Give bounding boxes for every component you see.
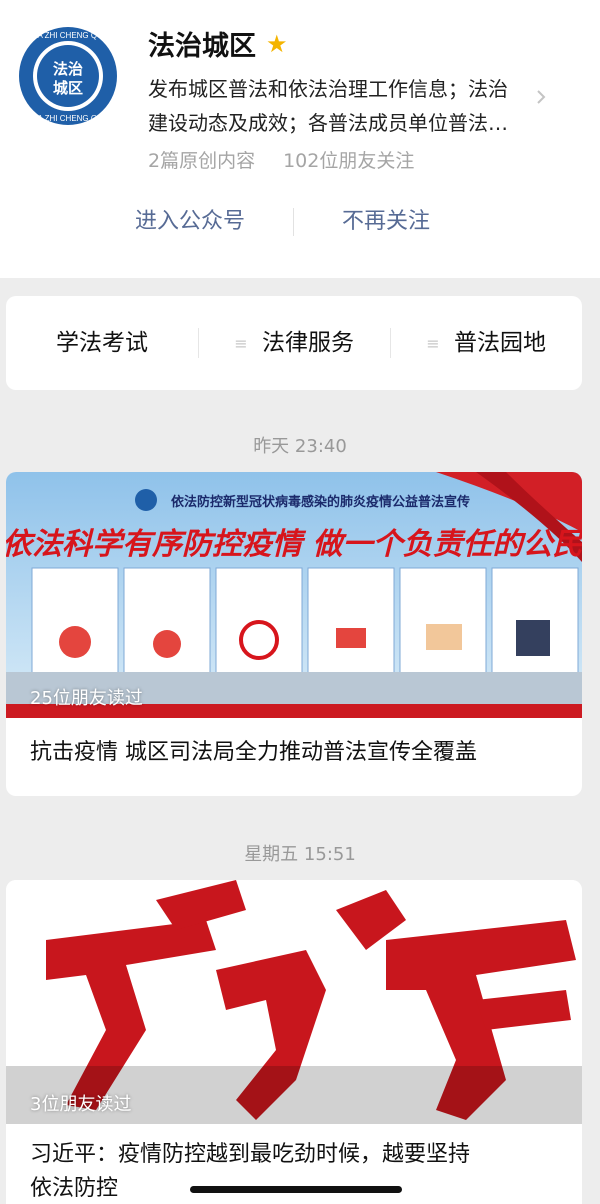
account-actions: 进入公众号 不再关注: [0, 196, 600, 248]
article-cover-image[interactable]: [6, 880, 582, 1124]
account-menu: 学法考试 ≡ 法律服务 ≡ 普法园地: [6, 296, 582, 390]
article-title[interactable]: 习近平：疫情防控越到最吃劲时候，越要坚持 依法防控: [30, 1138, 566, 1204]
svg-text:法治: 法治: [53, 60, 83, 78]
description-line: 建设动态及成效；各普法成员单位普法…: [148, 111, 508, 135]
read-count: 3位朋友读过: [30, 1094, 132, 1115]
article-cover-image[interactable]: 依法防控新型冠状病毒感染的肺炎疫情公益普法宣传 依法科学有序防控疫情 做一个负责…: [6, 472, 582, 718]
submenu-icon: ≡: [234, 333, 248, 353]
article-title[interactable]: 抗击疫情 城区司法局全力推动普法宣传全覆盖: [30, 736, 566, 770]
timestamp: 昨天 23:40: [253, 436, 347, 457]
article-card[interactable]: 3位朋友读过 习近平：疫情防控越到最吃劲时候，越要坚持 依法防控: [6, 880, 582, 1204]
watermark: 法治城区: [500, 1164, 578, 1184]
watermark-text: 法治城区: [522, 1167, 578, 1183]
divider: [293, 208, 294, 236]
wechat-icon: [500, 1167, 518, 1181]
timestamp: 星期五 15:51: [244, 844, 356, 865]
svg-text:FA ZHI CHENG QU: FA ZHI CHENG QU: [33, 31, 103, 40]
menu-item-label: 法律服务: [262, 330, 354, 356]
menu-item-law-garden[interactable]: ≡ 普法园地: [390, 296, 582, 390]
menu-item-label: 普法园地: [454, 330, 546, 356]
enter-account-button[interactable]: 进入公众号: [110, 196, 270, 248]
account-header: FA ZHI CHENG QU FA ZHI CHENG QU 法治 城区 法治…: [0, 0, 600, 278]
description-line: 发布城区普法和依法治理工作信息；法治: [148, 77, 508, 101]
article-title-line: 习近平：疫情防控越到最吃劲时候，越要坚持: [30, 1142, 471, 1167]
account-name-row: 法治城区 ★: [148, 24, 288, 63]
submenu-icon: ≡: [426, 333, 440, 353]
svg-text:城区: 城区: [53, 79, 83, 97]
unfollow-button[interactable]: 不再关注: [306, 196, 466, 248]
star-icon[interactable]: ★: [266, 30, 288, 58]
menu-item-label: 学法考试: [56, 330, 148, 356]
svg-text:FA ZHI CHENG QU: FA ZHI CHENG QU: [33, 114, 103, 123]
account-logo[interactable]: FA ZHI CHENG QU FA ZHI CHENG QU 法治 城区: [18, 26, 118, 126]
menu-item-legal-service[interactable]: ≡ 法律服务: [198, 296, 390, 390]
menu-item-exam[interactable]: 学法考试: [6, 296, 198, 390]
chevron-right-icon[interactable]: [534, 90, 548, 104]
account-name: 法治城区: [148, 31, 256, 62]
article-card[interactable]: 依法防控新型冠状病毒感染的肺炎疫情公益普法宣传 依法科学有序防控疫情 做一个负责…: [6, 472, 582, 796]
account-description[interactable]: 发布城区普法和依法治理工作信息；法治 建设动态及成效；各普法成员单位普法…: [148, 72, 530, 140]
read-count: 25位朋友读过: [30, 688, 143, 709]
original-count: 2篇原创内容: [148, 150, 256, 172]
home-indicator[interactable]: [190, 1186, 402, 1193]
svg-text:依法科学有序防控疫情 做一个负责任的公民: 依法科学有序防控疫情 做一个负责任的公民: [6, 527, 582, 562]
account-stats: 2篇原创内容 102位朋友关注: [148, 146, 414, 173]
friends-following-count: 102位朋友关注: [283, 150, 415, 172]
svg-text:依法防控新型冠状病毒感染的肺炎疫情公益普法宣传: 依法防控新型冠状病毒感染的肺炎疫情公益普法宣传: [171, 494, 470, 510]
